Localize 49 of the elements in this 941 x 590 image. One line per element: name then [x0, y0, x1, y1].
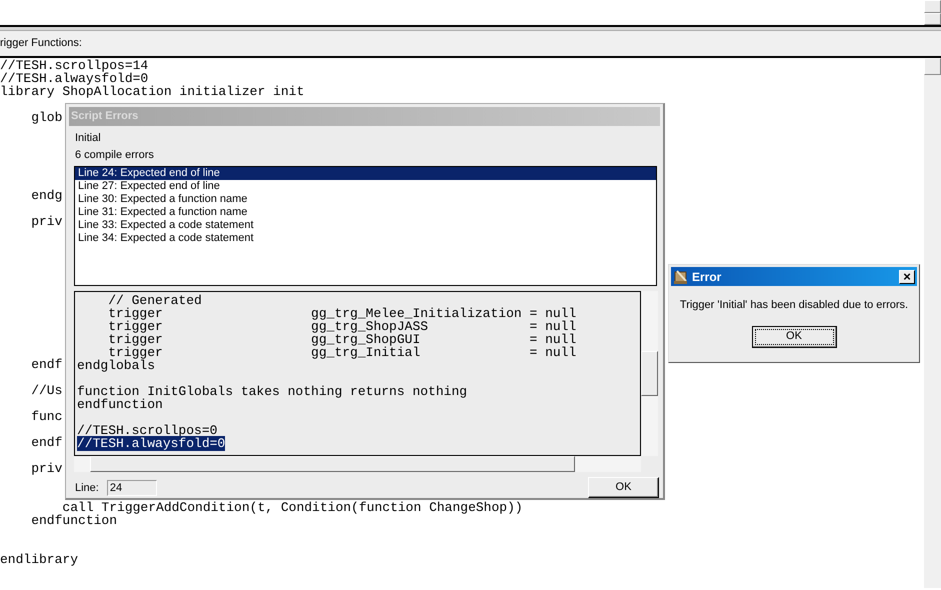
code-line: trigger gg_trg_Melee_Initialization = null: [107, 306, 576, 321]
error-item[interactable]: Line 34: Expected a code statement: [75, 232, 656, 245]
scrollbar[interactable]: [924, 58, 941, 588]
code-line: function InitGlobals takes nothing returns nothing: [77, 384, 468, 399]
ok-button[interactable]: OK: [752, 326, 836, 348]
line-label: Line:: [75, 481, 99, 496]
code-line: trigger gg_trg_Initial = null: [108, 345, 576, 360]
panel-label: rigger Functions:: [0, 36, 82, 52]
code-line: //Us: [30, 383, 62, 398]
scroll-icon: [673, 268, 689, 284]
scroll-up-button[interactable]: [924, 58, 941, 75]
code-line: //TESH.alwaysfold=0: [0, 71, 148, 86]
scroll-up-button[interactable]: [924, 0, 941, 12]
scrollbar[interactable]: [924, 0, 941, 25]
code-line: endglobals: [77, 358, 156, 373]
error-item[interactable]: Line 27: Expected end of line: [75, 180, 656, 193]
code-line: trigger gg_trg_ShopJASS = null: [107, 319, 576, 334]
dialog-title: Error: [692, 268, 722, 286]
code-line: //TESH.scrollpos=0: [77, 423, 218, 438]
error-item[interactable]: Line 31: Expected a function name: [75, 206, 656, 219]
code-line: endg: [30, 188, 62, 203]
code-line: call TriggerAddCondition(t, Condition(function ChangeShop)): [62, 500, 523, 515]
error-count: 6 compile errors: [75, 149, 154, 162]
error-message: Trigger 'Initial' has been disabled due to errors.: [678, 298, 910, 313]
code-line: endfunction: [77, 397, 163, 412]
vertical-scrollbar[interactable]: [641, 291, 658, 456]
code-line: library ShopAllocation initializer init: [0, 84, 304, 99]
error-item[interactable]: Line 33: Expected a code statement: [75, 219, 656, 232]
code-line: priv: [30, 461, 62, 476]
code-line: endfunction: [30, 513, 118, 528]
code-line: func: [30, 409, 62, 424]
code-line: trigger gg_trg_ShopGUI = null: [107, 332, 576, 347]
code-line: // Generated: [107, 293, 202, 308]
error-list[interactable]: Line 24: Expected end of line Line 27: Expected end of line Line 30: Expected a function name Line 31: Expected a function name Line 33: Expected a code statement Line 34: Expected a code statement: [74, 166, 657, 286]
error-item[interactable]: Line 30: Expected a function name: [75, 193, 656, 206]
scroll-down-button[interactable]: [924, 12, 941, 25]
line-field[interactable]: 24: [106, 480, 157, 496]
code-line: endf: [30, 435, 62, 450]
code-line: endlibrary: [0, 552, 78, 567]
error-item[interactable]: Line 24: Expected end of line: [75, 167, 656, 180]
code-line: endf: [30, 357, 62, 372]
ok-button[interactable]: OK: [588, 477, 659, 498]
code-line: //TESH.scrollpos=14: [0, 58, 148, 73]
code-view[interactable]: [74, 291, 641, 456]
code-line: glob: [30, 110, 62, 125]
trigger-name: Initial: [75, 132, 101, 145]
code-line: priv: [30, 214, 62, 229]
scroll-thumb[interactable]: [641, 351, 658, 396]
close-button[interactable]: ×: [899, 270, 915, 284]
